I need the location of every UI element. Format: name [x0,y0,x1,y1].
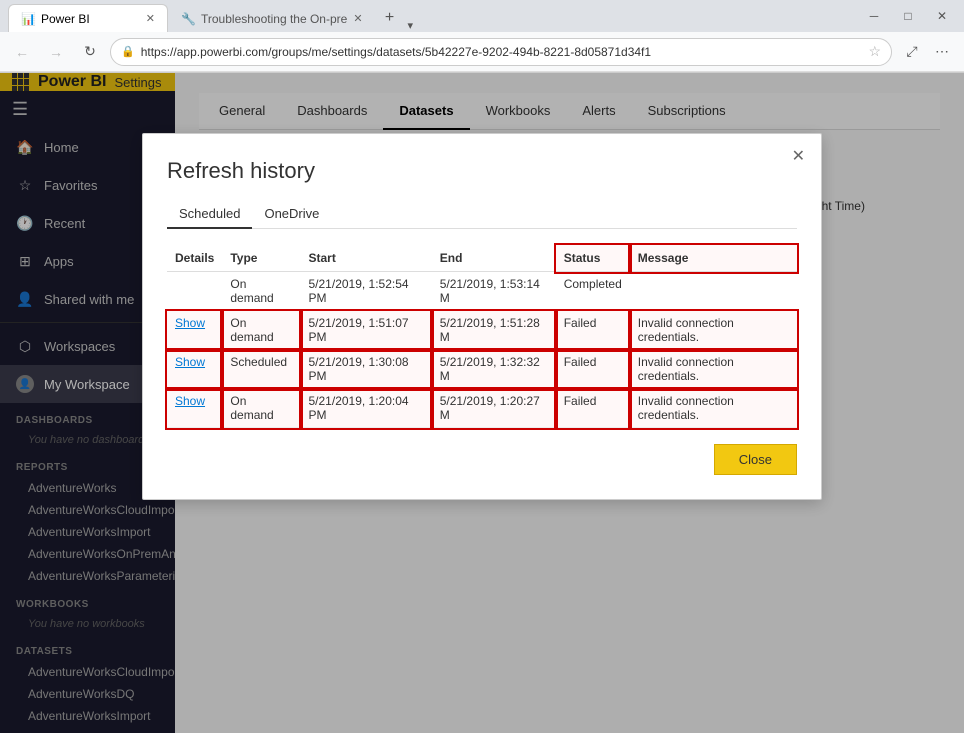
profile-button[interactable]: ⋯ [928,38,956,66]
browser-tab-2[interactable]: 🔧 Troubleshooting the On-pre ✕ [168,4,376,32]
table-row: Show On demand 5/21/2019, 1:20:04 PM 5/2… [167,389,797,428]
tab2-favicon: 🔧 [181,12,195,26]
table-row: On demand 5/21/2019, 1:52:54 PM 5/21/201… [167,272,797,311]
minimize-button[interactable]: ─ [860,2,888,30]
row4-end: 5/21/2019, 1:20:27 M [432,389,556,428]
modal-close-button[interactable]: ✕ [792,146,805,166]
browser-nav: ← → ↻ 🔒 https://app.powerbi.com/groups/m… [0,32,964,72]
maximize-button[interactable]: □ [894,2,922,30]
browser-titlebar: 📊 Power BI ✕ 🔧 Troubleshooting the On-pr… [0,0,964,32]
row4-type: On demand [222,389,300,428]
row2-start: 5/21/2019, 1:51:07 PM [301,311,432,350]
row4-details[interactable]: Show [167,389,222,428]
modal-footer: Close [167,444,797,475]
modal-tabs: Scheduled OneDrive [167,200,797,229]
row2-end: 5/21/2019, 1:51:28 M [432,311,556,350]
browser-nav-icons: ⤢ ⋯ [898,38,956,66]
col-start: Start [301,245,432,272]
tab-close-2[interactable]: ✕ [353,12,362,25]
col-type: Type [222,245,300,272]
modal-tab-onedrive[interactable]: OneDrive [252,200,331,229]
row1-type: On demand [222,272,300,311]
tab-dropdown-button[interactable]: ▾ [404,19,418,32]
row3-status: Failed [556,350,630,389]
modal-title: Refresh history [167,158,797,184]
browser-tab-active[interactable]: 📊 Power BI ✕ [8,4,168,32]
tab-close-1[interactable]: ✕ [146,12,155,25]
col-message: Message [630,245,797,272]
history-table: Details Type Start End Status Message [167,245,797,428]
new-tab-button[interactable]: + [376,4,404,32]
address-bar[interactable]: 🔒 https://app.powerbi.com/groups/me/sett… [110,38,892,66]
row1-details [167,272,222,311]
close-window-button[interactable]: ✕ [928,2,956,30]
row3-end: 5/21/2019, 1:32:32 M [432,350,556,389]
row1-start: 5/21/2019, 1:52:54 PM [301,272,432,311]
powerbi-favicon: 📊 [21,12,35,26]
close-modal-button[interactable]: Close [714,444,797,475]
row4-start: 5/21/2019, 1:20:04 PM [301,389,432,428]
refresh-button[interactable]: ↻ [76,38,104,66]
row2-status: Failed [556,311,630,350]
modal-tab-scheduled[interactable]: Scheduled [167,200,252,229]
back-button[interactable]: ← [8,38,36,66]
address-text: https://app.powerbi.com/groups/me/settin… [141,45,863,59]
browser-chrome: 📊 Power BI ✕ 🔧 Troubleshooting the On-pr… [0,0,964,73]
row1-status: Completed [556,272,630,311]
app-container: Power BI Settings ☰ 🏠 Home ☆ Favorites ›… [0,73,964,733]
tab-title-2: Troubleshooting the On-pre [201,12,347,26]
col-status: Status [556,245,630,272]
extensions-button[interactable]: ⤢ [898,38,926,66]
row3-message: Invalid connection credentials. [630,350,797,389]
table-row: Show On demand 5/21/2019, 1:51:07 PM 5/2… [167,311,797,350]
row1-end: 5/21/2019, 1:53:14 M [432,272,556,311]
modal-overlay: ✕ Refresh history Scheduled OneDrive Det… [0,73,964,733]
row1-message [630,272,797,311]
row2-type: On demand [222,311,300,350]
row4-status: Failed [556,389,630,428]
col-details: Details [167,245,222,272]
table-row: Show Scheduled 5/21/2019, 1:30:08 PM 5/2… [167,350,797,389]
row2-message: Invalid connection credentials. [630,311,797,350]
row3-type: Scheduled [222,350,300,389]
forward-button[interactable]: → [42,38,70,66]
lock-icon: 🔒 [121,45,135,58]
row4-message: Invalid connection credentials. [630,389,797,428]
row3-start: 5/21/2019, 1:30:08 PM [301,350,432,389]
row3-details[interactable]: Show [167,350,222,389]
tab-title-1: Power BI [41,12,90,26]
row2-details[interactable]: Show [167,311,222,350]
bookmark-icon: ☆ [868,43,881,60]
refresh-history-modal: ✕ Refresh history Scheduled OneDrive Det… [142,133,822,500]
browser-tabs: 📊 Power BI ✕ 🔧 Troubleshooting the On-pr… [8,0,417,32]
col-end: End [432,245,556,272]
